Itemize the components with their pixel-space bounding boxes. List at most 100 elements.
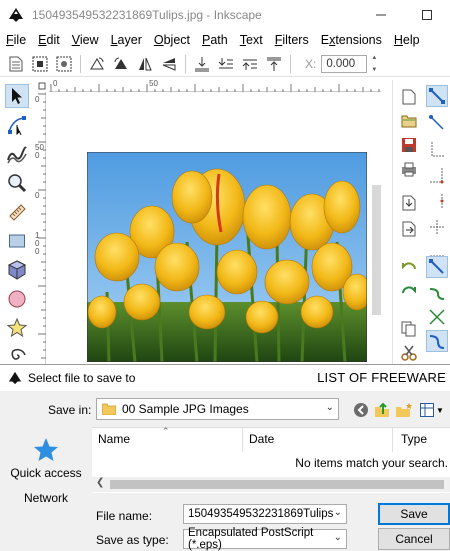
network-place[interactable]: Network <box>0 491 92 505</box>
spin-up-icon[interactable]: ▲ <box>371 55 377 61</box>
scrollbar-thumb[interactable] <box>110 480 444 489</box>
menu-extensions[interactable]: Extensions <box>321 33 382 47</box>
command-toolbar: X: 0.000 ▲ ▼ <box>0 51 450 77</box>
canvas-vertical-scrollbar[interactable] <box>372 185 381 315</box>
view-menu-button[interactable]: ▼ <box>419 401 445 419</box>
x-coordinate-spinner[interactable]: ▲ ▼ <box>369 55 379 73</box>
tweak-tool[interactable] <box>5 142 29 166</box>
circle-icon <box>8 290 26 308</box>
star-tool[interactable] <box>5 316 29 340</box>
right-toolbars <box>392 80 450 364</box>
column-header-type[interactable]: Type <box>401 432 427 448</box>
minimize-button[interactable] <box>358 0 404 30</box>
new-doc-button[interactable] <box>398 86 420 108</box>
save-in-dropdown[interactable]: 00 Sample JPG Images ⌄ <box>96 398 339 420</box>
menu-filters[interactable]: Filters <box>275 33 309 47</box>
file-name-field[interactable]: 150493549532231869Tulips ⌄ <box>183 504 347 524</box>
folder-icon <box>102 403 116 415</box>
file-list-scrollbar[interactable]: ❮ <box>92 477 450 492</box>
rotate-cw-icon[interactable] <box>113 56 129 72</box>
3d-box-tool[interactable] <box>5 258 29 282</box>
new-folder-button[interactable] <box>395 401 413 419</box>
selector-tool[interactable] <box>5 84 29 108</box>
spin-down-icon[interactable]: ▼ <box>371 67 377 73</box>
node-edit-icon <box>8 116 26 135</box>
back-button[interactable] <box>352 401 370 419</box>
save-as-type-dropdown[interactable]: Encapsulated PostScript (*.eps) ⌄ <box>183 527 347 551</box>
save-button[interactable]: Save <box>378 503 450 525</box>
node-tool[interactable] <box>5 113 29 137</box>
quick-access-place[interactable]: Quick access <box>0 437 92 480</box>
maximize-button[interactable] <box>404 0 450 30</box>
menu-view-rest: iew <box>79 33 99 47</box>
snap-corner-icon <box>430 168 444 184</box>
menu-path[interactable]: Path <box>202 33 228 47</box>
x-coordinate-input[interactable]: 0.000 <box>321 54 368 73</box>
snap-bbox-button[interactable] <box>426 112 448 134</box>
flip-vertical-icon[interactable] <box>161 56 177 72</box>
zoom-tool[interactable] <box>5 171 29 195</box>
menu-object[interactable]: Object <box>154 33 190 47</box>
snap-midpoint-button[interactable] <box>426 190 448 212</box>
rectangle-tool[interactable] <box>5 229 29 253</box>
column-header-name[interactable]: Name <box>98 432 130 448</box>
menu-layer[interactable]: Layer <box>111 33 142 47</box>
ellipse-tool[interactable] <box>5 287 29 311</box>
ruler-label: 0 <box>35 191 40 200</box>
snap-nodes-button[interactable] <box>426 256 448 278</box>
cut-button[interactable] <box>398 342 420 364</box>
column-header-date[interactable]: Date <box>249 432 274 448</box>
snap-center-button[interactable] <box>426 216 448 238</box>
menu-edit[interactable]: Edit <box>38 33 60 47</box>
menu-view[interactable]: View <box>72 33 99 47</box>
ruler-label: 0 <box>53 79 58 88</box>
toolbar-separator <box>290 54 291 73</box>
print-button[interactable] <box>398 158 420 180</box>
file-name-value: 150493549532231869Tulips <box>188 508 334 520</box>
drawing-canvas[interactable] <box>49 93 381 364</box>
copy-button[interactable] <box>398 318 420 340</box>
vertical-ruler-ticks <box>38 93 46 359</box>
select-all-layers-icon[interactable] <box>56 56 72 72</box>
watermark-text: LIST OF FREEWARE <box>317 370 446 385</box>
save-doc-button[interactable] <box>398 134 420 156</box>
menu-path-rest: ath <box>210 33 228 47</box>
snap-corner-button[interactable] <box>426 164 448 186</box>
open-button[interactable] <box>398 110 420 132</box>
scroll-left-icon[interactable]: ❮ <box>96 477 104 488</box>
lower-icon[interactable] <box>218 56 234 72</box>
snap-intersection-button[interactable] <box>426 306 448 328</box>
snap-path-button[interactable] <box>426 282 448 304</box>
ruler-label: 0 <box>35 151 40 160</box>
raise-to-top-icon[interactable] <box>266 56 282 72</box>
menu-object-rest: bject <box>163 33 191 47</box>
snap-smooth-button[interactable] <box>426 330 448 352</box>
window-controls <box>358 0 450 30</box>
network-label: Network <box>23 491 68 505</box>
select-all-icon[interactable] <box>32 56 48 72</box>
x-coordinate-label: X: <box>305 56 317 71</box>
export-button[interactable] <box>398 218 420 240</box>
save-floppy-icon <box>402 138 416 152</box>
menu-help[interactable]: Help <box>394 33 420 47</box>
import-button[interactable] <box>398 192 420 214</box>
save-as-type-label: Save as type: <box>96 533 169 547</box>
tulips-image <box>87 152 367 362</box>
undo-button[interactable] <box>398 258 420 280</box>
snap-toggle-button[interactable] <box>426 85 448 107</box>
redo-button[interactable] <box>398 282 420 304</box>
menu-file-rest: ile <box>13 33 27 47</box>
up-folder-button[interactable] <box>373 401 391 419</box>
lower-to-bottom-icon[interactable] <box>194 56 210 72</box>
places-bar: Quick access Network <box>0 427 92 549</box>
cancel-button[interactable]: Cancel <box>378 528 450 550</box>
menu-text[interactable]: Text <box>240 33 263 47</box>
rotate-ccw-icon[interactable] <box>89 56 105 72</box>
printer-icon <box>402 162 416 177</box>
snap-edge-button[interactable] <box>426 138 448 160</box>
menu-file[interactable]: File <box>6 33 26 47</box>
measure-tool[interactable] <box>5 200 29 224</box>
flip-horizontal-icon[interactable] <box>137 56 153 72</box>
raise-icon[interactable] <box>242 56 258 72</box>
new-document-icon[interactable] <box>8 56 24 72</box>
